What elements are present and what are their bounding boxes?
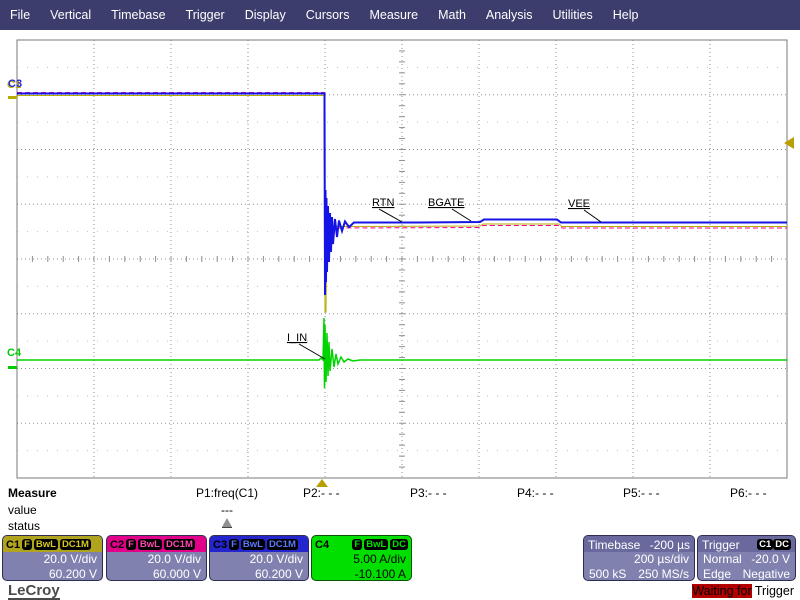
warning-icon xyxy=(222,518,232,527)
channel-box-c3[interactable]: C3 F BwL DC1M 20.0 V/div 60.200 V xyxy=(209,535,309,581)
waveform-display[interactable]: RTNBGATEVEEI_INC1C3C4 xyxy=(0,30,800,490)
c3-label: C3 xyxy=(213,539,227,551)
timebase-samples: 500 kS xyxy=(589,567,626,581)
c3-badge-bwl: BwL xyxy=(241,539,265,550)
c1-scale: 20.0 V/div xyxy=(3,552,102,567)
trigger-level-marker[interactable] xyxy=(784,137,794,149)
menu-timebase[interactable]: Timebase xyxy=(111,8,165,22)
channel-box-c4[interactable]: C4 F BwL DC 5.00 A/div -10.100 A xyxy=(311,535,412,581)
c1-badge-f: F xyxy=(22,539,32,550)
channel-label-c3: C3 xyxy=(8,78,22,90)
wave-label-vee: VEE xyxy=(568,198,590,210)
trigger-status: Waiting for Trigger xyxy=(692,584,794,598)
c4-badge-f: F xyxy=(352,539,362,550)
c3-badge-f: F xyxy=(229,539,239,550)
trigger-source-badge: C1 xyxy=(757,539,773,550)
wave-label-i_in: I_IN xyxy=(287,332,307,344)
measure-p4[interactable]: P4:- - - xyxy=(517,486,554,500)
menu-cursors[interactable]: Cursors xyxy=(306,8,350,22)
measure-status-label: status xyxy=(8,519,40,533)
trigger-type: Edge xyxy=(703,567,731,581)
measure-p5[interactable]: P5:- - - xyxy=(623,486,660,500)
c2-offset: 60.000 V xyxy=(107,567,206,581)
oscilloscope-screen: File Vertical Timebase Trigger Display C… xyxy=(0,0,800,600)
measure-table: Measure value status P1:freq(C1) P2:- - … xyxy=(0,484,800,534)
c2-scale: 20.0 V/div xyxy=(107,552,206,567)
c3-offset: 60.200 V xyxy=(210,567,308,581)
marker-c4 xyxy=(8,366,17,369)
marker-c1 xyxy=(8,96,17,99)
c1-offset: 60.200 V xyxy=(3,567,102,581)
measure-p1-value: --- xyxy=(221,503,233,517)
measure-p2[interactable]: P2:- - - xyxy=(303,486,340,500)
c4-scale: 5.00 A/div xyxy=(312,552,411,567)
channel-box-c2[interactable]: C2 F BwL DC1M 20.0 V/div 60.000 V xyxy=(106,535,207,581)
c2-badge-coupling: DC1M xyxy=(164,539,195,550)
trace-c2 xyxy=(17,93,787,266)
menu-file[interactable]: File xyxy=(10,8,30,22)
timebase-delay: -200 µs xyxy=(650,538,690,552)
timebase-rate: 250 MS/s xyxy=(638,567,689,581)
wave-label-bgate: BGATE xyxy=(428,197,464,209)
c2-badge-f: F xyxy=(126,539,136,550)
c4-badge-coupling: DC xyxy=(390,539,408,550)
trigger-status-highlight: Waiting for xyxy=(692,584,751,598)
trigger-title: Trigger xyxy=(702,538,740,552)
trigger-slope: Negative xyxy=(743,567,790,581)
measure-title: Measure xyxy=(8,486,57,500)
lecroy-logo: LeCroy xyxy=(8,583,60,600)
menu-help[interactable]: Help xyxy=(613,8,639,22)
menu-math[interactable]: Math xyxy=(438,8,466,22)
trigger-status-rest: Trigger xyxy=(752,584,794,598)
menu-measure[interactable]: Measure xyxy=(369,8,418,22)
measure-value-label: value xyxy=(8,503,37,517)
menu-analysis[interactable]: Analysis xyxy=(486,8,533,22)
c4-badge-bwl: BwL xyxy=(364,539,388,550)
measure-p1[interactable]: P1:freq(C1) xyxy=(196,486,258,500)
c4-label: C4 xyxy=(315,539,329,551)
timebase-scale: 200 µs/div xyxy=(634,552,689,567)
trigger-box[interactable]: Trigger C1 DC Normal -20.0 V Edge Negati… xyxy=(697,535,796,581)
menu-vertical[interactable]: Vertical xyxy=(50,8,91,22)
measure-p6[interactable]: P6:- - - xyxy=(730,486,767,500)
c1-badge-bwl: BwL xyxy=(34,539,58,550)
measure-p3[interactable]: P3:- - - xyxy=(410,486,447,500)
c3-scale: 20.0 V/div xyxy=(210,552,308,567)
c1-badge-coupling: DC1M xyxy=(60,539,91,550)
trigger-mode: Normal xyxy=(703,552,742,567)
trigger-coupling-badge: DC xyxy=(773,539,791,550)
c2-label: C2 xyxy=(110,539,124,551)
c3-badge-coupling: DC1M xyxy=(267,539,298,550)
timebase-title: Timebase xyxy=(588,538,640,552)
channel-box-c1[interactable]: C1 F BwL DC1M 20.0 V/div 60.200 V xyxy=(2,535,103,581)
menu-display[interactable]: Display xyxy=(245,8,286,22)
c4-offset: -10.100 A xyxy=(312,567,411,581)
menu-utilities[interactable]: Utilities xyxy=(552,8,592,22)
c1-label: C1 xyxy=(6,539,20,551)
menu-trigger[interactable]: Trigger xyxy=(186,8,225,22)
trigger-level: -20.0 V xyxy=(751,552,790,567)
wave-label-rtn: RTN xyxy=(372,197,394,209)
menu-bar: File Vertical Timebase Trigger Display C… xyxy=(0,0,800,30)
channel-label-c4: C4 xyxy=(7,347,22,359)
timebase-box[interactable]: Timebase -200 µs 200 µs/div 500 kS 250 M… xyxy=(583,535,695,581)
c2-badge-bwl: BwL xyxy=(138,539,162,550)
